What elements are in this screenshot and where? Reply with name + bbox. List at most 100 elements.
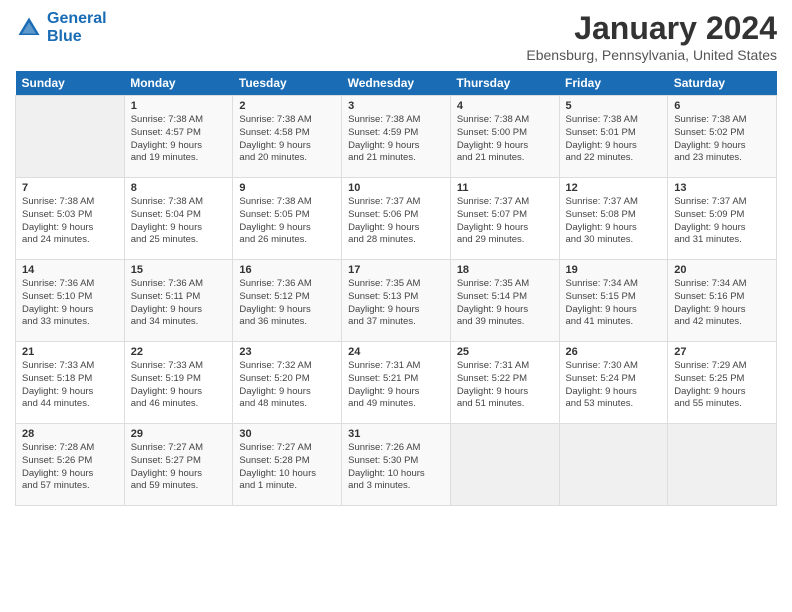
week-row-3: 21Sunrise: 7:33 AM Sunset: 5:18 PM Dayli… <box>16 342 777 424</box>
day-number: 14 <box>22 264 118 276</box>
week-row-1: 7Sunrise: 7:38 AM Sunset: 5:03 PM Daylig… <box>16 178 777 260</box>
day-number: 4 <box>457 100 553 112</box>
day-number: 25 <box>457 346 553 358</box>
calendar-cell: 3 Sunrise: 7:38 AM Sunset: 4:59 PM Daylig… <box>342 96 451 178</box>
day-number: 23 <box>239 346 335 358</box>
day-number: 2 <box>239 100 335 112</box>
day-number: 26 <box>566 346 662 358</box>
day-number: 9 <box>239 182 335 194</box>
calendar-cell: 7Sunrise: 7:38 AM Sunset: 5:03 PM Daylig… <box>16 178 125 260</box>
day-number: 5 <box>566 100 662 112</box>
calendar-cell: 11Sunrise: 7:37 AM Sunset: 5:07 PM Dayli… <box>450 178 559 260</box>
day-info: Sunrise: 7:38 AM Sunset: 4:57 PM Dayligh… <box>131 114 227 165</box>
day-info: Sunrise: 7:34 AM Sunset: 5:15 PM Dayligh… <box>566 278 662 329</box>
calendar-cell: 18 Sunrise: 7:35 AM Sunset: 5:14 PM Dayli… <box>450 260 559 342</box>
week-row-4: 28 Sunrise: 7:28 AM Sunset: 5:26 PM Dayli… <box>16 424 777 506</box>
calendar-cell: 22 Sunrise: 7:33 AM Sunset: 5:19 PM Dayli… <box>124 342 233 424</box>
day-info: Sunrise: 7:38 AM Sunset: 5:01 PM Dayligh… <box>566 114 662 165</box>
day-number: 31 <box>348 428 444 440</box>
day-info: Sunrise: 7:38 AM Sunset: 4:59 PM Dayligh… <box>348 114 444 165</box>
logo-text: General Blue <box>47 10 107 46</box>
day-number: 7 <box>22 182 118 194</box>
day-info: Sunrise: 7:31 AM Sunset: 5:22 PM Dayligh… <box>457 360 553 411</box>
calendar-cell: 24 Sunrise: 7:31 AM Sunset: 5:21 PM Dayli… <box>342 342 451 424</box>
day-number: 28 <box>22 428 118 440</box>
header-thursday: Thursday <box>450 71 559 96</box>
day-number: 29 <box>131 428 227 440</box>
day-number: 30 <box>239 428 335 440</box>
month-title: January 2024 <box>526 10 777 47</box>
calendar-cell: 14 Sunrise: 7:36 AM Sunset: 5:10 PM Dayli… <box>16 260 125 342</box>
calendar-cell: 28 Sunrise: 7:28 AM Sunset: 5:26 PM Dayli… <box>16 424 125 506</box>
header-wednesday: Wednesday <box>342 71 451 96</box>
day-info: Sunrise: 7:37 AM Sunset: 5:09 PM Dayligh… <box>674 196 770 247</box>
calendar-container: General Blue January 2024 Ebensburg, Pen… <box>0 0 792 516</box>
day-number: 6 <box>674 100 770 112</box>
calendar-cell: 25 Sunrise: 7:31 AM Sunset: 5:22 PM Dayli… <box>450 342 559 424</box>
calendar-cell: 29Sunrise: 7:27 AM Sunset: 5:27 PM Dayli… <box>124 424 233 506</box>
calendar-cell: 5 Sunrise: 7:38 AM Sunset: 5:01 PM Daylig… <box>559 96 668 178</box>
day-number: 20 <box>674 264 770 276</box>
day-number: 19 <box>566 264 662 276</box>
day-info: Sunrise: 7:35 AM Sunset: 5:14 PM Dayligh… <box>457 278 553 329</box>
day-number: 21 <box>22 346 118 358</box>
calendar-cell: 2 Sunrise: 7:38 AM Sunset: 4:58 PM Daylig… <box>233 96 342 178</box>
day-info: Sunrise: 7:37 AM Sunset: 5:08 PM Dayligh… <box>566 196 662 247</box>
day-info: Sunrise: 7:38 AM Sunset: 5:00 PM Dayligh… <box>457 114 553 165</box>
header-friday: Friday <box>559 71 668 96</box>
day-info: Sunrise: 7:27 AM Sunset: 5:28 PM Dayligh… <box>239 442 335 493</box>
day-info: Sunrise: 7:37 AM Sunset: 5:06 PM Dayligh… <box>348 196 444 247</box>
calendar-table: SundayMondayTuesdayWednesdayThursdayFrid… <box>15 71 777 506</box>
calendar-cell: 16Sunrise: 7:36 AM Sunset: 5:12 PM Dayli… <box>233 260 342 342</box>
day-info: Sunrise: 7:34 AM Sunset: 5:16 PM Dayligh… <box>674 278 770 329</box>
day-number: 1 <box>131 100 227 112</box>
day-info: Sunrise: 7:33 AM Sunset: 5:19 PM Dayligh… <box>131 360 227 411</box>
day-info: Sunrise: 7:37 AM Sunset: 5:07 PM Dayligh… <box>457 196 553 247</box>
day-info: Sunrise: 7:38 AM Sunset: 4:58 PM Dayligh… <box>239 114 335 165</box>
day-number: 24 <box>348 346 444 358</box>
calendar-cell: 23 Sunrise: 7:32 AM Sunset: 5:20 PM Dayli… <box>233 342 342 424</box>
calendar-cell <box>668 424 777 506</box>
header-sunday: Sunday <box>16 71 125 96</box>
day-info: Sunrise: 7:38 AM Sunset: 5:02 PM Dayligh… <box>674 114 770 165</box>
calendar-cell: 31 Sunrise: 7:26 AM Sunset: 5:30 PM Dayli… <box>342 424 451 506</box>
day-info: Sunrise: 7:38 AM Sunset: 5:05 PM Dayligh… <box>239 196 335 247</box>
location: Ebensburg, Pennsylvania, United States <box>526 47 777 63</box>
calendar-cell: 20 Sunrise: 7:34 AM Sunset: 5:16 PM Dayli… <box>668 260 777 342</box>
calendar-cell: 19 Sunrise: 7:34 AM Sunset: 5:15 PM Dayli… <box>559 260 668 342</box>
header-row-days: SundayMondayTuesdayWednesdayThursdayFrid… <box>16 71 777 96</box>
day-number: 22 <box>131 346 227 358</box>
header-saturday: Saturday <box>668 71 777 96</box>
day-number: 18 <box>457 264 553 276</box>
week-row-0: 1 Sunrise: 7:38 AM Sunset: 4:57 PM Daylig… <box>16 96 777 178</box>
calendar-cell: 8Sunrise: 7:38 AM Sunset: 5:04 PM Daylig… <box>124 178 233 260</box>
calendar-cell: 27 Sunrise: 7:29 AM Sunset: 5:25 PM Dayli… <box>668 342 777 424</box>
day-info: Sunrise: 7:29 AM Sunset: 5:25 PM Dayligh… <box>674 360 770 411</box>
calendar-cell: 17 Sunrise: 7:35 AM Sunset: 5:13 PM Dayli… <box>342 260 451 342</box>
calendar-cell: 26Sunrise: 7:30 AM Sunset: 5:24 PM Dayli… <box>559 342 668 424</box>
day-info: Sunrise: 7:28 AM Sunset: 5:26 PM Dayligh… <box>22 442 118 493</box>
day-info: Sunrise: 7:31 AM Sunset: 5:21 PM Dayligh… <box>348 360 444 411</box>
day-info: Sunrise: 7:36 AM Sunset: 5:10 PM Dayligh… <box>22 278 118 329</box>
day-number: 12 <box>566 182 662 194</box>
day-number: 3 <box>348 100 444 112</box>
calendar-cell: 30 Sunrise: 7:27 AM Sunset: 5:28 PM Dayli… <box>233 424 342 506</box>
day-number: 15 <box>131 264 227 276</box>
day-info: Sunrise: 7:35 AM Sunset: 5:13 PM Dayligh… <box>348 278 444 329</box>
day-number: 8 <box>131 182 227 194</box>
day-number: 27 <box>674 346 770 358</box>
week-row-2: 14 Sunrise: 7:36 AM Sunset: 5:10 PM Dayli… <box>16 260 777 342</box>
day-info: Sunrise: 7:26 AM Sunset: 5:30 PM Dayligh… <box>348 442 444 493</box>
day-info: Sunrise: 7:32 AM Sunset: 5:20 PM Dayligh… <box>239 360 335 411</box>
calendar-cell: 6 Sunrise: 7:38 AM Sunset: 5:02 PM Daylig… <box>668 96 777 178</box>
title-block: January 2024 Ebensburg, Pennsylvania, Un… <box>526 10 777 63</box>
day-number: 17 <box>348 264 444 276</box>
day-number: 13 <box>674 182 770 194</box>
header-monday: Monday <box>124 71 233 96</box>
header-tuesday: Tuesday <box>233 71 342 96</box>
day-number: 16 <box>239 264 335 276</box>
calendar-cell: 1 Sunrise: 7:38 AM Sunset: 4:57 PM Daylig… <box>124 96 233 178</box>
day-info: Sunrise: 7:36 AM Sunset: 5:11 PM Dayligh… <box>131 278 227 329</box>
calendar-cell: 13 Sunrise: 7:37 AM Sunset: 5:09 PM Dayli… <box>668 178 777 260</box>
logo: General Blue <box>15 10 107 46</box>
